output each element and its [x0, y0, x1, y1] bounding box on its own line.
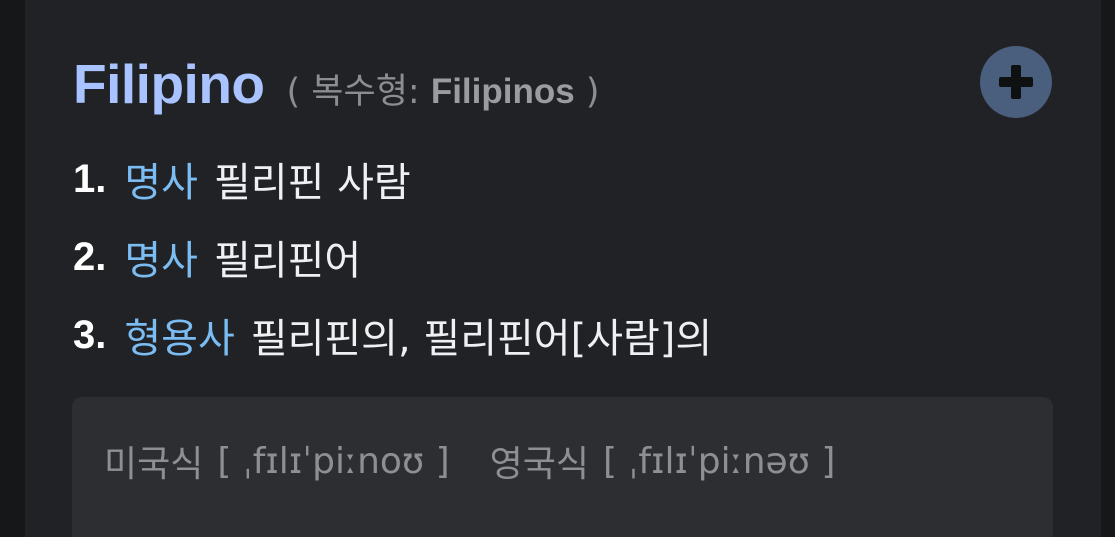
pronunciation-row: 미국식 [ ˌfɪlɪˈpiːnoʊ ] 영국식 [ ˌfɪlɪˈpiːnəʊ … — [104, 435, 835, 487]
sense-meaning: 필리핀어 — [213, 238, 362, 284]
sense-meaning: 필리핀 사람 — [213, 160, 411, 206]
plural-open: ( 복수형: — [286, 72, 431, 112]
uk-pronunciation-label: 영국식 — [489, 444, 590, 485]
uk-pronunciation-ipa[interactable]: [ ˌfɪlɪˈpiːnəʊ ] — [603, 441, 835, 482]
headword-row: Filipino ( 복수형: Filipinos ) — [73, 52, 600, 116]
plural-form: ( 복수형: Filipinos ) — [287, 63, 600, 114]
part-of-speech: 형용사 — [124, 316, 235, 362]
plural-word[interactable]: Filipinos — [431, 72, 575, 111]
app-background: Filipino ( 복수형: Filipinos ) 1. 명사 필리핀 사람… — [0, 0, 1115, 537]
sense-number: 3. — [73, 312, 107, 357]
plural-close: ) — [574, 72, 600, 112]
dictionary-entry-card: Filipino ( 복수형: Filipinos ) 1. 명사 필리핀 사람… — [25, 0, 1101, 537]
sense-meaning: 필리핀의, 필리핀어[사람]의 — [250, 316, 713, 362]
sense-number: 2. — [73, 234, 107, 279]
us-pronunciation-label: 미국식 — [104, 444, 204, 485]
sense-item: 2. 명사 필리핀어 — [73, 218, 712, 296]
sense-list: 1. 명사 필리핀 사람 2. 명사 필리핀어 3. 형용사 필리핀의, 필리핀… — [73, 140, 712, 374]
plus-icon — [999, 65, 1033, 99]
pronunciation-box: 미국식 [ ˌfɪlɪˈpiːnoʊ ] 영국식 [ ˌfɪlɪˈpiːnəʊ … — [72, 397, 1053, 537]
sense-number: 1. — [73, 156, 107, 201]
add-to-wordbook-button[interactable] — [980, 46, 1052, 118]
us-pronunciation-ipa[interactable]: [ ˌfɪlɪˈpiːnoʊ ] — [217, 441, 449, 482]
part-of-speech: 명사 — [124, 238, 198, 284]
sense-item: 1. 명사 필리핀 사람 — [73, 140, 712, 218]
sense-item: 3. 형용사 필리핀의, 필리핀어[사람]의 — [73, 296, 712, 374]
part-of-speech: 명사 — [124, 160, 198, 206]
headword[interactable]: Filipino — [73, 52, 265, 116]
